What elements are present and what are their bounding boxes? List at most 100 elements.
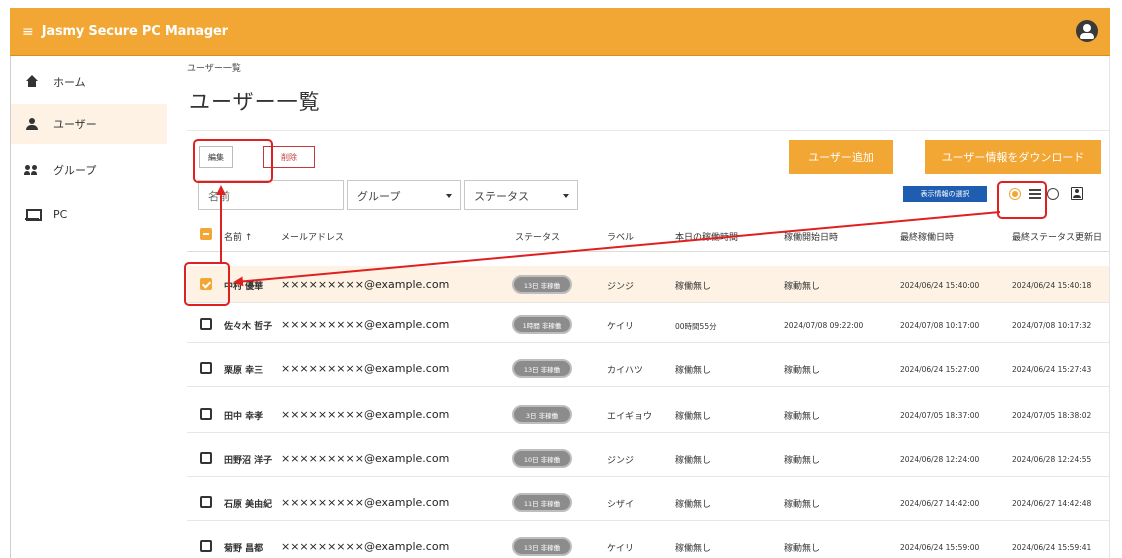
group-select[interactable]: グループ [347, 180, 461, 210]
checkbox-highlight [184, 262, 230, 306]
user-email: ×××××××××@example.com [281, 540, 450, 553]
table-row[interactable]: 石原 美由紀 ×××××××××@example.com 11日 非稼働 シザイ… [187, 484, 1109, 521]
table-row[interactable]: 中村 優華 ×××××××××@example.com 13日 非稼働 ジンジ … [187, 266, 1109, 303]
start-datetime: 2024/07/08 09:22:00 [784, 321, 864, 330]
page-title: ユーザー一覧 [189, 90, 321, 114]
user-label: ケイリ [607, 544, 634, 554]
add-user-button[interactable]: ユーザー追加 [789, 140, 893, 174]
today-uptime: 稼働無し [675, 500, 712, 510]
today-uptime: 稼働無し [675, 544, 712, 554]
status-updated-datetime: 2024/06/28 12:24:55 [1012, 455, 1092, 464]
table-row[interactable]: 佐々木 哲子 ×××××××××@example.com 1時間 非稼働 ケイリ… [187, 306, 1109, 343]
column-header-updated[interactable]: 最終ステータス更新日 [1012, 230, 1102, 243]
column-header-label[interactable]: ラベル [607, 230, 634, 243]
table-row[interactable]: 田中 幸孝 ×××××××××@example.com 3日 非稼働 エイギョウ… [187, 396, 1109, 433]
last-active-datetime: 2024/07/05 18:37:00 [900, 411, 980, 420]
card-view-radio[interactable] [1047, 188, 1059, 200]
user-icon [25, 117, 39, 131]
breadcrumb[interactable]: ユーザー一覧 [187, 61, 241, 74]
download-user-info-button[interactable]: ユーザー情報をダウンロード [925, 140, 1101, 174]
user-name[interactable]: 菊野 昌都 [224, 541, 263, 554]
status-updated-datetime: 2024/06/27 14:42:48 [1012, 499, 1092, 508]
status-updated-datetime: 2024/07/08 10:17:32 [1012, 321, 1092, 330]
home-icon [25, 75, 39, 89]
status-updated-datetime: 2024/06/24 15:59:41 [1012, 543, 1092, 552]
user-label: カイハツ [607, 366, 643, 376]
today-uptime: 稼働無し [675, 456, 712, 466]
status-badge: 13日 非稼働 [512, 537, 572, 556]
row-checkbox[interactable] [200, 452, 212, 464]
today-uptime: 稼働無し [675, 412, 712, 422]
last-active-datetime: 2024/06/24 15:59:00 [900, 543, 980, 552]
status-updated-datetime: 2024/07/05 18:38:02 [1012, 411, 1092, 420]
main-content: ユーザー一覧 ユーザー一覧 編集 削除 ユーザー追加 ユーザー情報をダウンロード… [167, 56, 1109, 558]
user-name[interactable]: 石原 美由紀 [224, 497, 272, 510]
last-active-datetime: 2024/06/27 14:42:00 [900, 499, 980, 508]
view-toggle-highlight [997, 181, 1047, 219]
pc-icon [25, 207, 42, 221]
menu-icon[interactable]: ≡ [22, 24, 34, 40]
column-header-email[interactable]: メールアドレス [281, 230, 344, 243]
group-icon [24, 163, 39, 177]
status-badge: 1時間 非稼働 [512, 315, 572, 334]
sidebar-item-users[interactable]: ユーザー [11, 104, 167, 144]
today-uptime: 00時間55分 [675, 322, 717, 331]
row-checkbox[interactable] [200, 496, 212, 508]
column-header-uptime[interactable]: 本日の稼働時間 [675, 230, 738, 243]
account-icon[interactable] [1076, 20, 1098, 42]
sidebar: ホーム ユーザー グループ PC [11, 56, 167, 558]
row-checkbox[interactable] [200, 408, 212, 420]
table-row[interactable]: 田野沼 洋子 ×××××××××@example.com 10日 非稼働 ジンジ… [187, 440, 1109, 477]
row-checkbox[interactable] [200, 540, 212, 552]
table-row[interactable]: 菊野 昌都 ×××××××××@example.com 13日 非稼働 ケイリ … [187, 528, 1109, 558]
column-header-start[interactable]: 稼働開始日時 [784, 230, 838, 243]
sidebar-item-groups[interactable]: グループ [11, 150, 167, 190]
last-active-datetime: 2024/07/08 10:17:00 [900, 321, 980, 330]
column-header-last[interactable]: 最終稼働日時 [900, 230, 954, 243]
status-badge: 11日 非稼働 [512, 493, 572, 512]
status-updated-datetime: 2024/06/24 15:27:43 [1012, 365, 1092, 374]
sidebar-item-label: グループ [53, 164, 97, 177]
table-header: 名前 ↑ メールアドレス ステータス ラベル 本日の稼働時間 稼働開始日時 最終… [187, 216, 1109, 252]
user-email: ×××××××××@example.com [281, 278, 450, 291]
last-active-datetime: 2024/06/24 15:40:00 [900, 281, 980, 290]
user-email: ×××××××××@example.com [281, 452, 450, 465]
status-select-label: ステータス [474, 190, 529, 203]
column-header-status[interactable]: ステータス [515, 230, 560, 243]
status-badge: 3日 非稼働 [512, 405, 572, 424]
column-header-name[interactable]: 名前 ↑ [224, 230, 252, 243]
table-row[interactable]: 栗原 幸三 ×××××××××@example.com 13日 非稼働 カイハツ… [187, 350, 1109, 387]
start-datetime: 稼動無し [784, 500, 821, 510]
status-select[interactable]: ステータス [464, 180, 578, 210]
sidebar-item-label: ホーム [53, 76, 86, 89]
chevron-down-icon [446, 194, 452, 198]
select-all-checkbox[interactable] [200, 228, 212, 240]
user-email: ×××××××××@example.com [281, 496, 450, 509]
sidebar-item-home[interactable]: ホーム [11, 62, 167, 102]
start-datetime: 稼動無し [784, 544, 821, 554]
row-checkbox[interactable] [200, 318, 212, 330]
app-bar: ≡ Jasmy Secure PC Manager [10, 8, 1110, 56]
sidebar-item-pc[interactable]: PC [11, 194, 167, 234]
start-datetime: 稼動無し [784, 412, 821, 422]
user-name[interactable]: 田野沼 洋子 [224, 453, 272, 466]
user-name[interactable]: 田中 幸孝 [224, 409, 263, 422]
user-label: ジンジ [607, 456, 635, 466]
today-uptime: 稼働無し [675, 366, 712, 376]
user-email: ×××××××××@example.com [281, 318, 450, 331]
start-datetime: 稼動無し [784, 366, 821, 376]
sidebar-item-label: PC [53, 207, 68, 221]
user-label: ジンジ [607, 282, 635, 292]
last-active-datetime: 2024/06/24 15:27:00 [900, 365, 980, 374]
status-updated-datetime: 2024/06/24 15:40:18 [1012, 281, 1092, 290]
status-badge: 13日 非稼働 [512, 275, 572, 294]
user-name[interactable]: 佐々木 哲子 [224, 319, 272, 332]
user-label: エイギョウ [607, 412, 653, 422]
select-columns-button[interactable]: 表示情報の選択 [903, 186, 987, 202]
user-name[interactable]: 栗原 幸三 [224, 363, 263, 376]
user-email: ×××××××××@example.com [281, 362, 450, 375]
frame-border-right [1109, 56, 1110, 558]
row-checkbox[interactable] [200, 362, 212, 374]
name-search-input[interactable]: 名前 [198, 180, 344, 210]
user-label: シザイ [607, 500, 635, 510]
